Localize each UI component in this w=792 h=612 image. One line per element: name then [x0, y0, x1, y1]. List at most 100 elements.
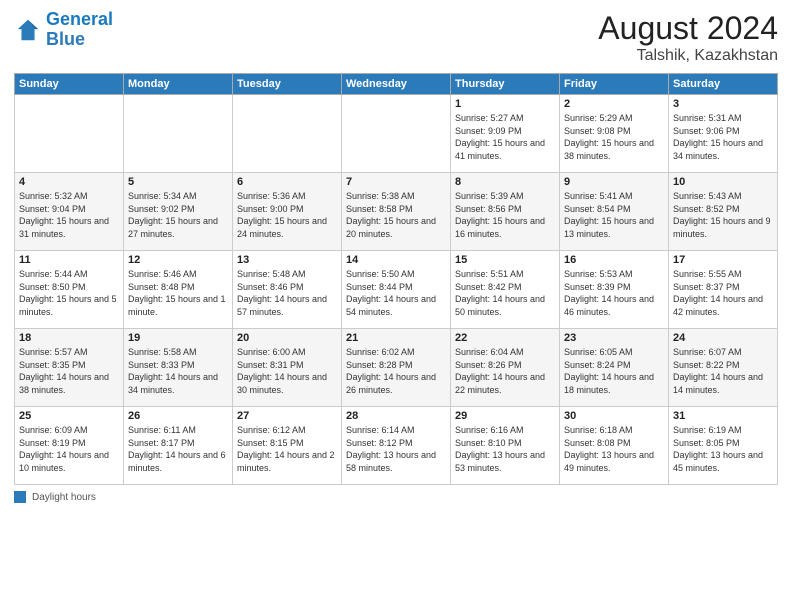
month-title: August 2024	[598, 10, 778, 47]
week-row-1: 1 Sunrise: 5:27 AM Sunset: 9:09 PM Daylig…	[15, 95, 778, 173]
day-cell: 3 Sunrise: 5:31 AM Sunset: 9:06 PM Daylig…	[669, 95, 778, 173]
day-cell: 30 Sunrise: 6:18 AM Sunset: 8:08 PM Dayli…	[560, 407, 669, 485]
day-cell: 21Sunrise: 6:02 AM Sunset: 8:28 PM Dayli…	[342, 329, 451, 407]
day-number: 19	[128, 332, 228, 344]
day-number: 15	[455, 254, 555, 266]
day-cell: 7Sunrise: 5:38 AM Sunset: 8:58 PM Daylig…	[342, 173, 451, 251]
day-number: 21	[346, 332, 446, 344]
day-number: 2	[564, 98, 664, 110]
day-info: Sunrise: 6:11 AM Sunset: 8:17 PM Dayligh…	[128, 424, 228, 474]
day-cell: 25 Sunrise: 6:09 AM Sunset: 8:19 PM Dayli…	[15, 407, 124, 485]
day-info: Sunrise: 6:18 AM Sunset: 8:08 PM Dayligh…	[564, 424, 664, 474]
day-info: Sunrise: 6:00 AM Sunset: 8:31 PM Dayligh…	[237, 346, 337, 396]
calendar-table: SundayMondayTuesdayWednesdayThursdayFrid…	[14, 73, 778, 485]
day-number: 22	[455, 332, 555, 344]
day-cell: 16Sunrise: 5:53 AM Sunset: 8:39 PM Dayli…	[560, 251, 669, 329]
day-cell: 13Sunrise: 5:48 AM Sunset: 8:46 PM Dayli…	[233, 251, 342, 329]
day-number: 3	[673, 98, 773, 110]
day-info: Sunrise: 5:44 AM Sunset: 8:50 PM Dayligh…	[19, 268, 119, 318]
day-cell	[15, 95, 124, 173]
day-number: 6	[237, 176, 337, 188]
logo-text: General Blue	[46, 10, 113, 50]
day-cell: 22Sunrise: 6:04 AM Sunset: 8:26 PM Dayli…	[451, 329, 560, 407]
day-info: Sunrise: 6:07 AM Sunset: 8:22 PM Dayligh…	[673, 346, 773, 396]
day-cell: 23Sunrise: 6:05 AM Sunset: 8:24 PM Dayli…	[560, 329, 669, 407]
day-number: 27	[237, 410, 337, 422]
weekday-header-monday: Monday	[124, 74, 233, 95]
logo: General Blue	[14, 10, 113, 50]
day-info: Sunrise: 5:43 AM Sunset: 8:52 PM Dayligh…	[673, 190, 773, 240]
day-info: Sunrise: 5:55 AM Sunset: 8:37 PM Dayligh…	[673, 268, 773, 318]
day-cell: 17Sunrise: 5:55 AM Sunset: 8:37 PM Dayli…	[669, 251, 778, 329]
day-info: Sunrise: 6:16 AM Sunset: 8:10 PM Dayligh…	[455, 424, 555, 474]
day-number: 18	[19, 332, 119, 344]
day-info: Sunrise: 5:34 AM Sunset: 9:02 PM Dayligh…	[128, 190, 228, 240]
day-cell: 14Sunrise: 5:50 AM Sunset: 8:44 PM Dayli…	[342, 251, 451, 329]
day-number: 28	[346, 410, 446, 422]
weekday-header-friday: Friday	[560, 74, 669, 95]
location-title: Talshik, Kazakhstan	[598, 47, 778, 65]
day-number: 14	[346, 254, 446, 266]
day-number: 31	[673, 410, 773, 422]
day-cell	[342, 95, 451, 173]
footer: Daylight hours	[14, 491, 778, 503]
day-cell: 20 Sunrise: 6:00 AM Sunset: 8:31 PM Dayli…	[233, 329, 342, 407]
footer-label: Daylight hours	[32, 492, 96, 503]
day-info: Sunrise: 5:48 AM Sunset: 8:46 PM Dayligh…	[237, 268, 337, 318]
day-cell: 1 Sunrise: 5:27 AM Sunset: 9:09 PM Daylig…	[451, 95, 560, 173]
day-cell: 24 Sunrise: 6:07 AM Sunset: 8:22 PM Dayli…	[669, 329, 778, 407]
day-cell: 4Sunrise: 5:32 AM Sunset: 9:04 PM Daylig…	[15, 173, 124, 251]
day-info: Sunrise: 5:31 AM Sunset: 9:06 PM Dayligh…	[673, 112, 773, 162]
week-row-4: 18 Sunrise: 5:57 AM Sunset: 8:35 PM Dayli…	[15, 329, 778, 407]
day-cell: 19 Sunrise: 5:58 AM Sunset: 8:33 PM Dayli…	[124, 329, 233, 407]
day-cell: 12Sunrise: 5:46 AM Sunset: 8:48 PM Dayli…	[124, 251, 233, 329]
weekday-header-sunday: Sunday	[15, 74, 124, 95]
day-number: 12	[128, 254, 228, 266]
day-cell: 9 Sunrise: 5:41 AM Sunset: 8:54 PM Daylig…	[560, 173, 669, 251]
day-cell	[233, 95, 342, 173]
day-number: 7	[346, 176, 446, 188]
day-cell: 31 Sunrise: 6:19 AM Sunset: 8:05 PM Dayli…	[669, 407, 778, 485]
day-info: Sunrise: 6:05 AM Sunset: 8:24 PM Dayligh…	[564, 346, 664, 396]
week-row-5: 25 Sunrise: 6:09 AM Sunset: 8:19 PM Dayli…	[15, 407, 778, 485]
day-info: Sunrise: 5:29 AM Sunset: 9:08 PM Dayligh…	[564, 112, 664, 162]
day-cell: 2 Sunrise: 5:29 AM Sunset: 9:08 PM Daylig…	[560, 95, 669, 173]
logo-icon	[14, 16, 42, 44]
day-info: Sunrise: 6:12 AM Sunset: 8:15 PM Dayligh…	[237, 424, 337, 474]
title-block: August 2024 Talshik, Kazakhstan	[598, 10, 778, 65]
day-info: Sunrise: 5:39 AM Sunset: 8:56 PM Dayligh…	[455, 190, 555, 240]
day-number: 24	[673, 332, 773, 344]
day-cell: 8Sunrise: 5:39 AM Sunset: 8:56 PM Daylig…	[451, 173, 560, 251]
day-info: Sunrise: 6:14 AM Sunset: 8:12 PM Dayligh…	[346, 424, 446, 474]
day-info: Sunrise: 5:53 AM Sunset: 8:39 PM Dayligh…	[564, 268, 664, 318]
day-info: Sunrise: 5:41 AM Sunset: 8:54 PM Dayligh…	[564, 190, 664, 240]
day-info: Sunrise: 5:57 AM Sunset: 8:35 PM Dayligh…	[19, 346, 119, 396]
weekday-header-saturday: Saturday	[669, 74, 778, 95]
week-row-2: 4Sunrise: 5:32 AM Sunset: 9:04 PM Daylig…	[15, 173, 778, 251]
day-cell: 6 Sunrise: 5:36 AM Sunset: 9:00 PM Daylig…	[233, 173, 342, 251]
day-number: 20	[237, 332, 337, 344]
day-number: 9	[564, 176, 664, 188]
day-cell: 18 Sunrise: 5:57 AM Sunset: 8:35 PM Dayli…	[15, 329, 124, 407]
day-number: 1	[455, 98, 555, 110]
day-cell: 10Sunrise: 5:43 AM Sunset: 8:52 PM Dayli…	[669, 173, 778, 251]
day-number: 11	[19, 254, 119, 266]
day-info: Sunrise: 5:51 AM Sunset: 8:42 PM Dayligh…	[455, 268, 555, 318]
week-row-3: 11 Sunrise: 5:44 AM Sunset: 8:50 PM Dayli…	[15, 251, 778, 329]
day-number: 29	[455, 410, 555, 422]
day-info: Sunrise: 5:58 AM Sunset: 8:33 PM Dayligh…	[128, 346, 228, 396]
day-number: 25	[19, 410, 119, 422]
weekday-header-wednesday: Wednesday	[342, 74, 451, 95]
weekday-header-tuesday: Tuesday	[233, 74, 342, 95]
day-cell: 28 Sunrise: 6:14 AM Sunset: 8:12 PM Dayli…	[342, 407, 451, 485]
day-info: Sunrise: 6:09 AM Sunset: 8:19 PM Dayligh…	[19, 424, 119, 474]
day-info: Sunrise: 5:36 AM Sunset: 9:00 PM Dayligh…	[237, 190, 337, 240]
day-cell: 27 Sunrise: 6:12 AM Sunset: 8:15 PM Dayli…	[233, 407, 342, 485]
day-number: 30	[564, 410, 664, 422]
day-cell: 15 Sunrise: 5:51 AM Sunset: 8:42 PM Dayli…	[451, 251, 560, 329]
day-number: 26	[128, 410, 228, 422]
day-info: Sunrise: 5:27 AM Sunset: 9:09 PM Dayligh…	[455, 112, 555, 162]
weekday-header-thursday: Thursday	[451, 74, 560, 95]
day-info: Sunrise: 6:19 AM Sunset: 8:05 PM Dayligh…	[673, 424, 773, 474]
day-number: 5	[128, 176, 228, 188]
